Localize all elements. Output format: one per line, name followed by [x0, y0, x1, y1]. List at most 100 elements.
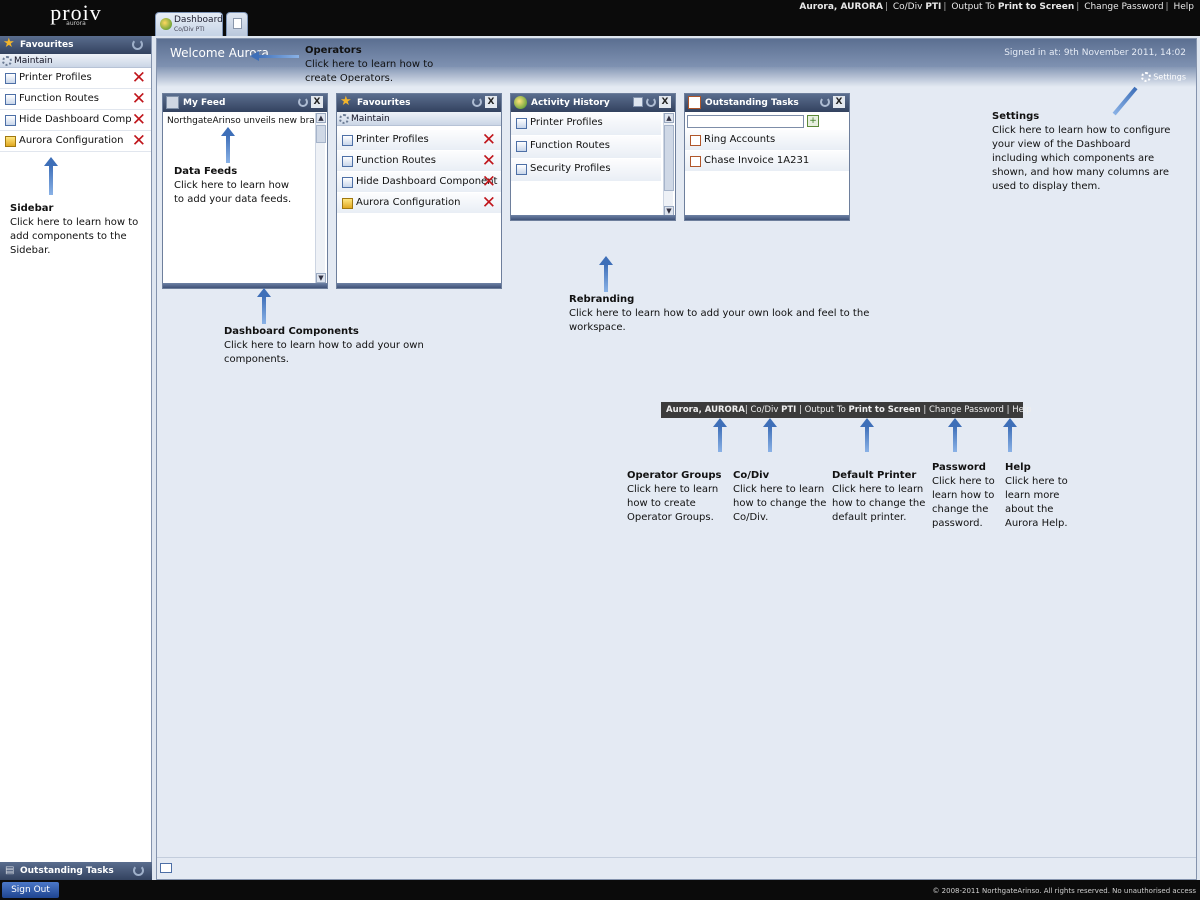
- annotation-text: your view of the Dashboard: [992, 139, 1131, 150]
- annotation-text: shown, and how many columns are: [992, 167, 1170, 178]
- sidebar-item-label: Hide Dashboard Compon...: [19, 114, 131, 125]
- scroll-thumb[interactable]: [316, 125, 326, 143]
- close-icon[interactable]: X: [485, 96, 497, 108]
- widget-footer[interactable]: [685, 215, 849, 220]
- sidebar-item-hide-dashboard-component[interactable]: Hide Dashboard Compon... ✕: [0, 110, 151, 131]
- task-item-chase-invoice[interactable]: Chase Invoice 1A231: [685, 151, 849, 172]
- arrow-sidebar: [44, 157, 58, 195]
- refresh-icon[interactable]: [472, 97, 482, 107]
- new-tab-button[interactable]: [226, 12, 248, 36]
- change-password-link[interactable]: Change Password: [929, 405, 1004, 415]
- feed-item[interactable]: NorthgateArinso unveils new bra...: [167, 116, 323, 126]
- widget-footer[interactable]: [511, 215, 675, 220]
- favourites-item-aurora-configuration[interactable]: Aurora Configuration ✕: [337, 193, 501, 214]
- annotation-printer[interactable]: Default Printer Click here to learn how …: [832, 469, 925, 525]
- sidebar-item-aurora-configuration[interactable]: Aurora Configuration ✕: [0, 131, 151, 152]
- help-link[interactable]: Help: [1173, 2, 1194, 12]
- change-password-link[interactable]: Change Password: [1084, 2, 1163, 12]
- delete-icon[interactable]: ✕: [482, 152, 496, 170]
- annotation-title: Operators: [305, 45, 362, 56]
- output-value[interactable]: Print to Screen: [998, 2, 1074, 12]
- annotation-text: Click here to learn how to: [305, 59, 434, 70]
- widget-footer[interactable]: [163, 283, 327, 288]
- annotation-password[interactable]: Password Click here to learn how to chan…: [932, 461, 995, 531]
- refresh-icon[interactable]: [298, 97, 308, 107]
- delete-icon[interactable]: ✕: [482, 173, 496, 191]
- activity-item[interactable]: Printer Profiles: [511, 113, 661, 136]
- delete-icon[interactable]: ✕: [132, 132, 146, 150]
- favourites-maintain-group[interactable]: Maintain: [337, 112, 501, 126]
- sidebar-favourites-header[interactable]: ★ Favourites: [0, 36, 151, 54]
- annotation-codiv[interactable]: Co/Div Click here to learn how to change…: [733, 469, 826, 525]
- annotation-sidebar[interactable]: Sidebar Click here to learn how to add c…: [10, 202, 138, 258]
- add-component-icon[interactable]: [160, 863, 172, 873]
- task-item-ring-accounts[interactable]: Ring Accounts: [685, 130, 849, 151]
- annotation-datafeeds[interactable]: Data Feeds Click here to learn how to ad…: [174, 165, 291, 207]
- sidebar-maintain-label: Maintain: [14, 56, 53, 66]
- arrow-rebranding: [599, 256, 613, 292]
- tasks-search-input[interactable]: [687, 115, 804, 128]
- output-label[interactable]: Output To: [951, 2, 995, 12]
- widget-favourites: ★ Favourites X Maintain Printer Profiles…: [336, 93, 502, 289]
- help-link[interactable]: Help: [1012, 405, 1031, 415]
- output-label[interactable]: Output To: [805, 405, 846, 415]
- delete-icon[interactable]: ✕: [482, 194, 496, 212]
- close-icon[interactable]: X: [659, 96, 671, 108]
- annotation-title: Co/Div: [733, 470, 770, 481]
- widget-header[interactable]: Outstanding Tasks X: [685, 94, 849, 112]
- favourites-item-hide-dashboard-component[interactable]: Hide Dashboard Component ✕: [337, 172, 501, 193]
- edit-icon[interactable]: [633, 97, 643, 107]
- sidebar-item-function-routes[interactable]: Function Routes ✕: [0, 89, 151, 110]
- annotation-settings[interactable]: Settings Click here to learn how to conf…: [992, 110, 1170, 194]
- tab-dashboard[interactable]: Dashboard Co/Div PTI: [155, 12, 223, 36]
- codiv-value[interactable]: PTI: [925, 2, 941, 12]
- scroll-up-icon[interactable]: ▲: [664, 113, 674, 123]
- annotation-text: default printer.: [832, 512, 907, 523]
- codiv-label[interactable]: Co/Div: [750, 405, 778, 415]
- delete-icon[interactable]: ✕: [132, 90, 146, 108]
- scroll-thumb[interactable]: [664, 125, 674, 191]
- activity-item[interactable]: Security Profiles: [511, 159, 661, 182]
- operator-link[interactable]: Aurora, AURORA: [666, 405, 745, 415]
- sidebar-outstanding-header[interactable]: ▤ Outstanding Tasks: [0, 862, 152, 880]
- widget-header[interactable]: Activity History X: [511, 94, 675, 112]
- refresh-icon[interactable]: [646, 97, 656, 107]
- operator-link[interactable]: Aurora, AURORA: [799, 2, 883, 12]
- delete-icon[interactable]: ✕: [132, 69, 146, 87]
- scroll-down-icon[interactable]: ▼: [316, 273, 326, 283]
- annotation-components[interactable]: Dashboard Components Click here to learn…: [224, 325, 424, 367]
- annotation-rebranding[interactable]: Rebranding Click here to learn how to ad…: [569, 293, 869, 335]
- delete-icon[interactable]: ✕: [482, 131, 496, 149]
- delete-icon[interactable]: ✕: [132, 111, 146, 129]
- refresh-icon[interactable]: [820, 97, 830, 107]
- tab-dashboard-label: Dashboard: [174, 15, 223, 25]
- add-task-icon[interactable]: +: [807, 115, 819, 127]
- favourites-item-printer-profiles[interactable]: Printer Profiles ✕: [337, 130, 501, 151]
- settings-link[interactable]: Settings: [1141, 72, 1186, 82]
- proiv-logo: proiv aurora: [0, 0, 152, 36]
- favourites-item-function-routes[interactable]: Function Routes ✕: [337, 151, 501, 172]
- feed-scrollbar[interactable]: ▲ ▼: [315, 113, 326, 283]
- activity-scrollbar[interactable]: ▲ ▼: [663, 113, 674, 216]
- annotation-opgroups[interactable]: Operator Groups Click here to learn how …: [627, 469, 721, 525]
- widget-footer[interactable]: [337, 283, 501, 288]
- close-icon[interactable]: X: [311, 96, 323, 108]
- annotation-text: components.: [224, 354, 289, 365]
- refresh-icon[interactable]: [133, 865, 144, 876]
- sign-out-button[interactable]: Sign Out: [2, 882, 59, 898]
- annotation-operators[interactable]: Operators Click here to learn how to cre…: [305, 44, 433, 86]
- sidebar-maintain-group[interactable]: Maintain: [0, 54, 151, 68]
- sidebar-item-printer-profiles[interactable]: Printer Profiles ✕: [0, 68, 151, 89]
- codiv-label[interactable]: Co/Div: [893, 2, 923, 12]
- scroll-up-icon[interactable]: ▲: [316, 113, 326, 123]
- annotation-text: Click here to: [1005, 476, 1068, 487]
- close-icon[interactable]: X: [833, 96, 845, 108]
- refresh-icon[interactable]: [132, 39, 143, 50]
- widget-header[interactable]: My Feed X: [163, 94, 327, 112]
- activity-item[interactable]: Function Routes: [511, 136, 661, 159]
- annotation-help[interactable]: Help Click here to learn more about the …: [1005, 461, 1068, 531]
- profile-icon: [516, 141, 527, 152]
- output-value[interactable]: Print to Screen: [848, 405, 920, 415]
- codiv-value[interactable]: PTI: [781, 405, 796, 415]
- widget-header[interactable]: ★ Favourites X: [337, 94, 501, 112]
